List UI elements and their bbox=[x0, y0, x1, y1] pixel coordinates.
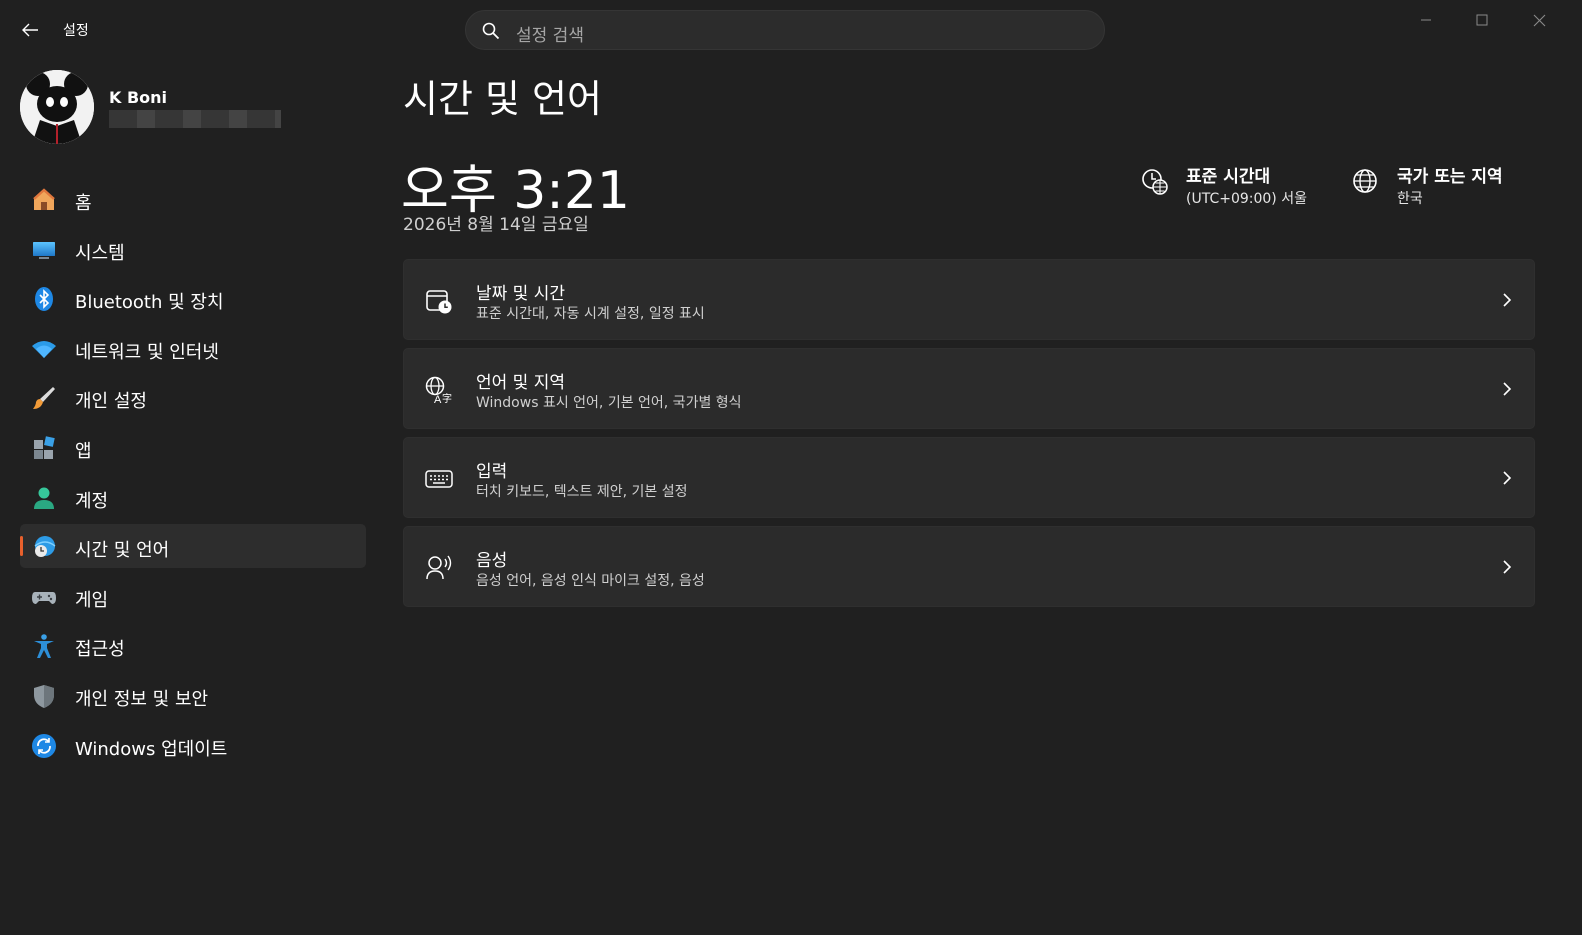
apps-icon bbox=[31, 435, 57, 461]
card-subtitle: 터치 키보드, 텍스트 제안, 기본 설정 bbox=[476, 484, 688, 500]
back-button[interactable] bbox=[14, 14, 46, 46]
avatar-image bbox=[20, 70, 94, 144]
card-typing[interactable]: 입력 터치 키보드, 텍스트 제안, 기본 설정 bbox=[403, 437, 1535, 518]
sidebar-item-apps[interactable]: 앱 bbox=[20, 425, 366, 469]
chevron-right-icon bbox=[1502, 470, 1512, 490]
app-title: 설정 bbox=[63, 23, 89, 39]
bluetooth-icon bbox=[31, 286, 57, 312]
sidebar-item-gaming[interactable]: 게임 bbox=[20, 574, 366, 618]
sidebar-item-label: 게임 bbox=[75, 589, 109, 611]
search-box[interactable]: 설정 검색 bbox=[465, 10, 1105, 50]
card-subtitle: Windows 표시 언어, 기본 언어, 국가별 형식 bbox=[476, 395, 742, 411]
user-name: K Boni bbox=[109, 88, 168, 107]
svg-text:字: 字 bbox=[442, 392, 452, 405]
sidebar-nav: 홈 시스템 Bluetooth 및 장치 네트워크 및 인터넷 개인 설정 앱 … bbox=[20, 177, 366, 772]
wifi-icon bbox=[31, 336, 57, 362]
sidebar-item-privacy[interactable]: 개인 정보 및 보안 bbox=[20, 673, 366, 717]
update-icon bbox=[31, 733, 57, 759]
minimize-button[interactable] bbox=[1398, 0, 1454, 40]
timezone-title: 표준 시간대 bbox=[1186, 167, 1271, 187]
sidebar-item-label: Windows 업데이트 bbox=[75, 738, 228, 760]
gamepad-icon bbox=[31, 584, 57, 610]
sidebar-item-time-language[interactable]: 시간 및 언어 bbox=[20, 524, 366, 569]
system-icon bbox=[31, 237, 57, 263]
close-button[interactable] bbox=[1511, 0, 1567, 40]
region-title: 국가 또는 지역 bbox=[1397, 167, 1503, 187]
card-title: 언어 및 지역 bbox=[476, 373, 566, 393]
sidebar-item-accounts[interactable]: 계정 bbox=[20, 475, 366, 519]
card-title: 입력 bbox=[476, 462, 508, 482]
sidebar-item-label: 시스템 bbox=[75, 242, 125, 264]
time-language-icon bbox=[31, 534, 57, 560]
chevron-right-icon bbox=[1502, 559, 1512, 579]
card-speech[interactable]: 음성 음성 언어, 음성 인식 마이크 설정, 음성 bbox=[403, 526, 1535, 607]
date-display: 2026년 8월 14일 금요일 bbox=[403, 215, 589, 235]
card-subtitle: 음성 언어, 음성 인식 마이크 설정, 음성 bbox=[476, 573, 705, 589]
region-value: 한국 bbox=[1397, 191, 1423, 207]
sidebar-item-accessibility[interactable]: 접근성 bbox=[20, 623, 366, 667]
sidebar-item-personalization[interactable]: 개인 설정 bbox=[20, 375, 366, 419]
clock-globe-icon bbox=[1141, 168, 1169, 200]
selection-indicator bbox=[20, 536, 23, 557]
sidebar-item-system[interactable]: 시스템 bbox=[20, 227, 366, 271]
sidebar-item-home[interactable]: 홈 bbox=[20, 177, 366, 221]
search-placeholder: 설정 검색 bbox=[516, 26, 584, 46]
avatar[interactable] bbox=[20, 70, 94, 144]
globe-icon bbox=[1352, 168, 1378, 198]
card-subtitle: 표준 시간대, 자동 시계 설정, 일정 표시 bbox=[476, 306, 705, 322]
shield-icon bbox=[31, 683, 57, 709]
user-email-redacted bbox=[109, 110, 281, 128]
sidebar-item-label: 접근성 bbox=[75, 639, 125, 661]
settings-cards: 날짜 및 시간 표준 시간대, 자동 시계 설정, 일정 표시 A字 언어 및 … bbox=[403, 259, 1535, 615]
card-language-region[interactable]: A字 언어 및 지역 Windows 표시 언어, 기본 언어, 국가별 형식 bbox=[403, 348, 1535, 429]
sidebar-item-label: 네트워크 및 인터넷 bbox=[75, 341, 219, 363]
sidebar-item-windows-update[interactable]: Windows 업데이트 bbox=[20, 723, 366, 767]
card-title: 날짜 및 시간 bbox=[476, 284, 566, 304]
accessibility-icon bbox=[31, 633, 57, 659]
card-title: 음성 bbox=[476, 551, 508, 571]
sidebar-item-network[interactable]: 네트워크 및 인터넷 bbox=[20, 326, 366, 370]
chevron-right-icon bbox=[1502, 381, 1512, 401]
home-icon bbox=[31, 187, 57, 213]
page-title: 시간 및 언어 bbox=[403, 77, 602, 121]
sidebar-item-label: 시간 및 언어 bbox=[75, 540, 170, 562]
minimize-icon bbox=[1421, 19, 1431, 21]
sidebar-item-label: 계정 bbox=[75, 490, 109, 512]
chevron-right-icon bbox=[1502, 292, 1512, 312]
card-date-time[interactable]: 날짜 및 시간 표준 시간대, 자동 시계 설정, 일정 표시 bbox=[403, 259, 1535, 340]
sidebar-item-label: 앱 bbox=[75, 440, 92, 462]
close-icon bbox=[1533, 14, 1545, 26]
sidebar-item-label: Bluetooth 및 장치 bbox=[75, 292, 224, 314]
svg-text:A: A bbox=[434, 394, 442, 405]
sidebar-item-label: 개인 설정 bbox=[75, 391, 147, 413]
speech-icon bbox=[424, 553, 454, 583]
language-icon: A字 bbox=[424, 375, 454, 406]
sidebar-item-bluetooth[interactable]: Bluetooth 및 장치 bbox=[20, 276, 366, 320]
timezone-value: (UTC+09:00) 서울 bbox=[1186, 191, 1307, 207]
sidebar-item-label: 개인 정보 및 보안 bbox=[75, 688, 209, 710]
maximize-icon bbox=[1476, 14, 1488, 26]
sidebar-item-label: 홈 bbox=[75, 193, 92, 214]
search-icon bbox=[482, 22, 500, 44]
calendar-clock-icon bbox=[424, 286, 454, 316]
settings-window: 설정 설정 검색 K Boni 홈 시스템 Bluetooth 및 장치 네트워… bbox=[0, 0, 1582, 935]
account-icon bbox=[31, 485, 57, 511]
arrow-left-icon bbox=[22, 23, 38, 37]
maximize-button[interactable] bbox=[1454, 0, 1510, 40]
keyboard-icon bbox=[424, 464, 454, 494]
brush-icon bbox=[31, 385, 57, 411]
